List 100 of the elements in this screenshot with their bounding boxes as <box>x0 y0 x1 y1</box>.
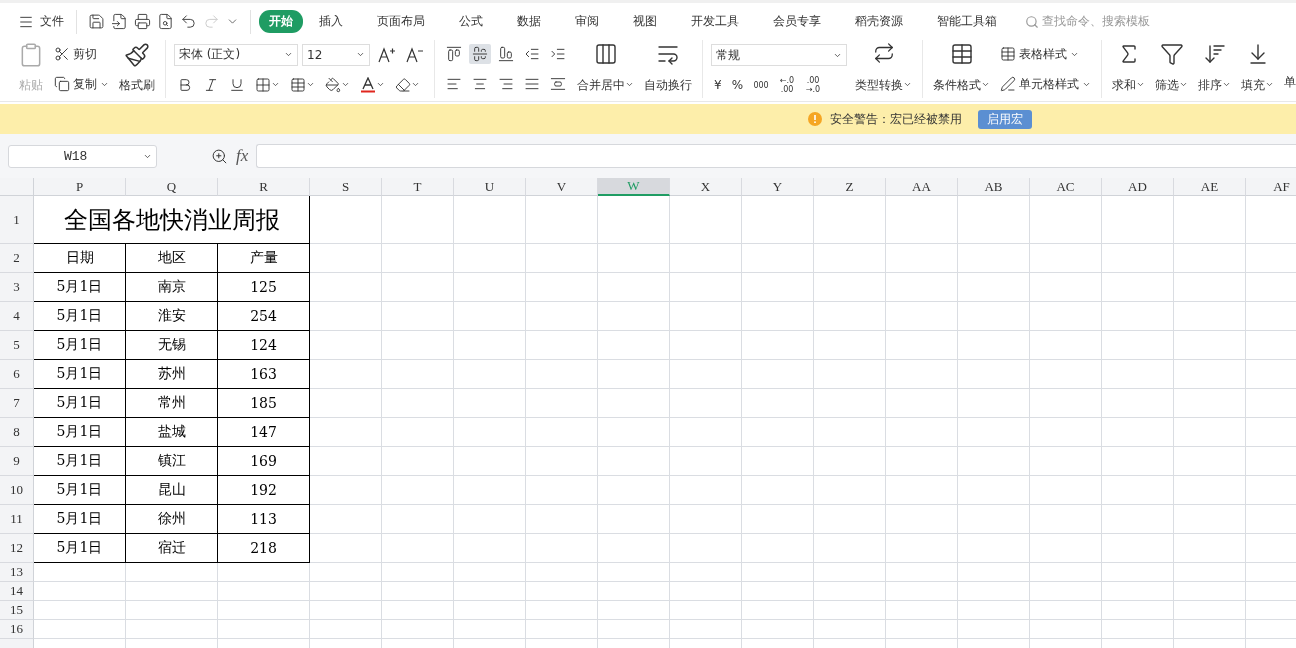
sheet-cell[interactable] <box>526 601 598 620</box>
sheet-cell[interactable] <box>382 476 454 505</box>
sheet-cell[interactable] <box>526 331 598 360</box>
sheet-cell[interactable] <box>1030 601 1102 620</box>
ribbon-tab[interactable]: 审阅 <box>565 10 609 33</box>
sheet-cell[interactable] <box>1102 563 1174 582</box>
sheet-cell[interactable] <box>1030 534 1102 563</box>
sheet-cell[interactable] <box>382 582 454 601</box>
sheet-cell[interactable] <box>382 447 454 476</box>
sheet-cell[interactable] <box>382 418 454 447</box>
sheet-cell[interactable] <box>126 582 218 601</box>
sheet-cell[interactable] <box>742 273 814 302</box>
column-header[interactable]: Q <box>126 178 218 196</box>
sheet-cell[interactable] <box>454 418 526 447</box>
sheet-cell[interactable] <box>670 476 742 505</box>
sheet-cell[interactable] <box>958 563 1030 582</box>
sheet-cell[interactable] <box>886 302 958 331</box>
sheet-cell[interactable] <box>958 196 1030 244</box>
sheet-cell[interactable] <box>1102 196 1174 244</box>
row-header[interactable]: 8 <box>0 418 34 447</box>
column-header[interactable]: AD <box>1102 178 1174 196</box>
thousands-button[interactable]: 000 <box>750 80 773 90</box>
row-header[interactable]: 15 <box>0 601 34 620</box>
sheet-cell[interactable] <box>742 620 814 639</box>
column-header[interactable]: S <box>310 178 382 196</box>
sheet-cell[interactable] <box>526 563 598 582</box>
sheet-cell[interactable] <box>1102 534 1174 563</box>
column-header[interactable]: AA <box>886 178 958 196</box>
column-header[interactable]: V <box>526 178 598 196</box>
sheet-cell[interactable] <box>742 418 814 447</box>
sheet-cell[interactable] <box>526 620 598 639</box>
percent-button[interactable]: % <box>728 77 747 93</box>
sheet-cell[interactable] <box>1174 196 1246 244</box>
row-header[interactable]: 9 <box>0 447 34 476</box>
sheet-cell[interactable] <box>598 418 670 447</box>
sheet-cell[interactable] <box>742 582 814 601</box>
sheet-cell[interactable] <box>1030 476 1102 505</box>
sheet-cell[interactable] <box>598 582 670 601</box>
sheet-cell[interactable] <box>742 447 814 476</box>
sheet-cell[interactable] <box>1174 582 1246 601</box>
sheet-cell[interactable] <box>382 563 454 582</box>
column-header[interactable]: U <box>454 178 526 196</box>
ribbon-button[interactable]: 单 <box>1282 40 1296 98</box>
sheet-cell[interactable] <box>526 244 598 273</box>
sheet-cell[interactable] <box>670 331 742 360</box>
row-header[interactable]: 14 <box>0 582 34 601</box>
sheet-cell[interactable] <box>814 389 886 418</box>
sheet-cell[interactable] <box>526 389 598 418</box>
sheet-cell[interactable] <box>34 620 126 639</box>
sheet-cell[interactable] <box>526 273 598 302</box>
sheet-cell[interactable] <box>526 505 598 534</box>
sheet-cell[interactable] <box>598 331 670 360</box>
sheet-cell[interactable] <box>382 331 454 360</box>
sheet-cell[interactable] <box>814 244 886 273</box>
name-box[interactable]: W18 <box>8 144 157 168</box>
sheet-cell[interactable] <box>310 447 382 476</box>
sheet-cell[interactable] <box>126 601 218 620</box>
sheet-cell[interactable] <box>1030 505 1102 534</box>
sheet-cell[interactable] <box>310 563 382 582</box>
sheet-cell[interactable] <box>670 534 742 563</box>
sheet-cell[interactable] <box>310 331 382 360</box>
increase-decimal-button[interactable]: ←.0 .00 <box>776 76 799 94</box>
sheet-cell[interactable] <box>814 534 886 563</box>
sheet-cell[interactable] <box>1030 302 1102 331</box>
sheet-cell[interactable] <box>814 302 886 331</box>
sheet-cell[interactable] <box>310 534 382 563</box>
sheet-cell[interactable] <box>1174 601 1246 620</box>
sheet-cell[interactable] <box>1030 563 1102 582</box>
sheet-cell[interactable] <box>1174 360 1246 389</box>
sheet-cell[interactable] <box>814 331 886 360</box>
sheet-cell[interactable] <box>1174 476 1246 505</box>
sheet-cell[interactable] <box>958 534 1030 563</box>
sheet-cell[interactable] <box>958 505 1030 534</box>
sheet-cell[interactable] <box>1174 534 1246 563</box>
sheet-cell[interactable] <box>1102 447 1174 476</box>
sheet-cell[interactable] <box>1174 302 1246 331</box>
sheet-cell[interactable] <box>454 563 526 582</box>
sheet-cell[interactable] <box>310 620 382 639</box>
sheet-cell[interactable] <box>886 563 958 582</box>
sheet-cell[interactable] <box>670 620 742 639</box>
sheet-cell[interactable] <box>310 582 382 601</box>
sheet-cell[interactable] <box>526 360 598 389</box>
sheet-cell[interactable] <box>1102 273 1174 302</box>
sheet-cell[interactable] <box>886 601 958 620</box>
sheet-cell[interactable] <box>1174 563 1246 582</box>
sheet-cell[interactable] <box>886 447 958 476</box>
sheet-cell[interactable] <box>1174 505 1246 534</box>
row-header[interactable]: 6 <box>0 360 34 389</box>
format-painter-button[interactable]: 格式刷 <box>117 40 157 98</box>
sheet-cell[interactable] <box>814 505 886 534</box>
sheet-cell[interactable] <box>958 273 1030 302</box>
sheet-cell[interactable] <box>382 196 454 244</box>
column-header[interactable]: AF <box>1246 178 1296 196</box>
sheet-cell[interactable] <box>742 196 814 244</box>
sheet-cell[interactable] <box>218 620 310 639</box>
sheet-cell[interactable] <box>382 302 454 331</box>
copy-button[interactable]: 复制 <box>52 74 111 94</box>
file-menu[interactable]: 文件 <box>14 11 68 32</box>
row-header[interactable]: 2 <box>0 244 34 273</box>
sheet-cell[interactable] <box>670 360 742 389</box>
